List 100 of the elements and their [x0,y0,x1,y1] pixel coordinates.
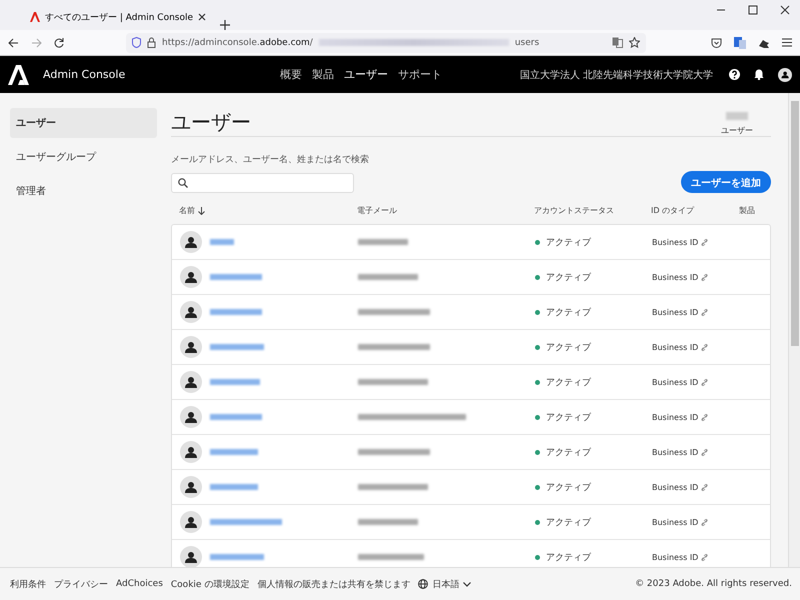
link-icon [701,274,708,280]
shield-icon [132,37,141,48]
footer-link[interactable]: 個人情報の販売または共有を禁じます [257,578,410,590]
search-icon [178,178,188,188]
menu-icon[interactable] [782,38,792,47]
nav-link[interactable]: 製品 [312,67,334,82]
nav-link[interactable]: ユーザー [344,67,388,82]
redacted-email-block [358,344,430,350]
link-icon [701,344,708,350]
scrollbar[interactable] [788,93,800,567]
column-header[interactable]: 電子メール [357,205,534,216]
id-type-text: Business ID [652,552,698,562]
footer-link[interactable]: AdChoices [116,579,163,589]
footer-link[interactable]: プライバシー [54,578,108,590]
person-icon [185,481,197,493]
app-name: Admin Console [43,68,126,81]
status-text: アクティブ [546,516,591,528]
status-dot [535,554,540,560]
reload-icon[interactable] [54,38,64,48]
copyright-text: © 2023 Adobe. All rights reserved. [635,579,792,589]
sidebar-item[interactable]: 管理者 [10,176,157,206]
status-text: アクティブ [546,552,591,564]
organization-name[interactable]: 国立大学法人 北陸先端科学技術大学院大学 [520,68,713,82]
translate-icon[interactable] [612,37,623,48]
globe-icon [418,579,428,589]
id-type-text: Business ID [652,238,698,246]
id-type-text: Business ID [652,482,698,492]
close-icon[interactable] [198,13,206,21]
address-bar[interactable]: https://adminconsole.adobe.com/ users [126,32,646,52]
status-text: アクティブ [546,446,591,458]
new-tab-icon[interactable] [220,20,230,30]
browser-tab[interactable]: すべてのユーザー | Admin Console [24,4,212,30]
user-count-label: ユーザー [721,125,753,136]
id-type-text: Business ID [652,518,698,526]
link-icon [701,308,708,316]
bell-icon[interactable] [754,69,764,80]
link-icon [701,238,708,246]
person-icon [185,271,197,283]
redacted-email-block [358,484,428,490]
link-icon [701,378,708,386]
translate-extension-icon[interactable] [734,36,746,48]
scrollbar-thumb[interactable] [790,101,798,346]
help-icon[interactable] [729,69,740,80]
status-dot [535,344,540,350]
link-icon [701,554,708,560]
footer-link[interactable]: Cookie の環境設定 [170,578,250,590]
status-dot [535,450,540,454]
chevron-down-icon[interactable] [463,582,472,586]
column-header[interactable]: 名前 [179,205,357,216]
link-icon [701,414,708,420]
sidebar-item[interactable]: ユーザーグループ [10,142,157,172]
id-type-text: Business ID [652,378,698,386]
close-icon[interactable] [780,5,790,15]
language-selector[interactable]: 日本語 [432,578,460,590]
link-icon [701,518,708,526]
nav-link[interactable]: サポート [398,67,442,82]
lock-icon [147,37,156,48]
column-header[interactable]: 製品 [739,205,771,216]
maximize-icon[interactable] [748,5,758,15]
footer-link[interactable]: 利用条件 [10,578,46,590]
id-type-text: Business ID [652,342,698,352]
status-text: アクティブ [546,236,591,248]
sidebar-item[interactable]: ユーザー [10,108,157,138]
search-field[interactable] [171,173,354,193]
column-header[interactable]: アカウントステータス [534,205,651,216]
pocket-icon[interactable] [711,38,722,48]
person-icon [185,341,197,353]
status-dot [535,274,540,280]
status-text: アクティブ [546,376,591,388]
redacted-email-block [358,239,408,245]
redacted-email-block [358,379,428,385]
url-text: users [514,38,540,48]
person-icon [185,236,197,248]
status-dot [535,484,540,490]
star-icon[interactable] [629,37,640,48]
redacted-count-block [726,112,748,120]
nav-link[interactable]: 概要 [280,67,302,82]
id-type-text: Business ID [652,308,698,316]
column-header[interactable]: ID のタイプ [651,205,739,216]
id-type-text: Business ID [652,272,698,282]
back-icon[interactable] [8,38,19,48]
status-text: アクティブ [546,412,591,424]
status-text: アクティブ [546,272,591,284]
status-dot [535,240,540,244]
link-icon [701,484,708,490]
person-icon [185,446,197,458]
page-title: ユーザー [171,109,251,136]
status-dot [535,380,540,384]
account-avatar-icon[interactable] [778,68,792,82]
status-text: アクティブ [546,342,591,354]
url-text: https://adminconsole.adobe.com/ [162,38,313,48]
person-icon [185,306,197,318]
redacted-email-block [358,274,418,280]
status-dot [535,414,540,420]
link-icon [701,448,708,456]
adobe-logo-icon [8,64,29,84]
redacted-email-block [358,309,430,315]
person-icon [185,411,197,423]
id-type-text: Business ID [652,412,698,422]
add-user-button[interactable]: ユーザーを追加 [681,171,771,193]
